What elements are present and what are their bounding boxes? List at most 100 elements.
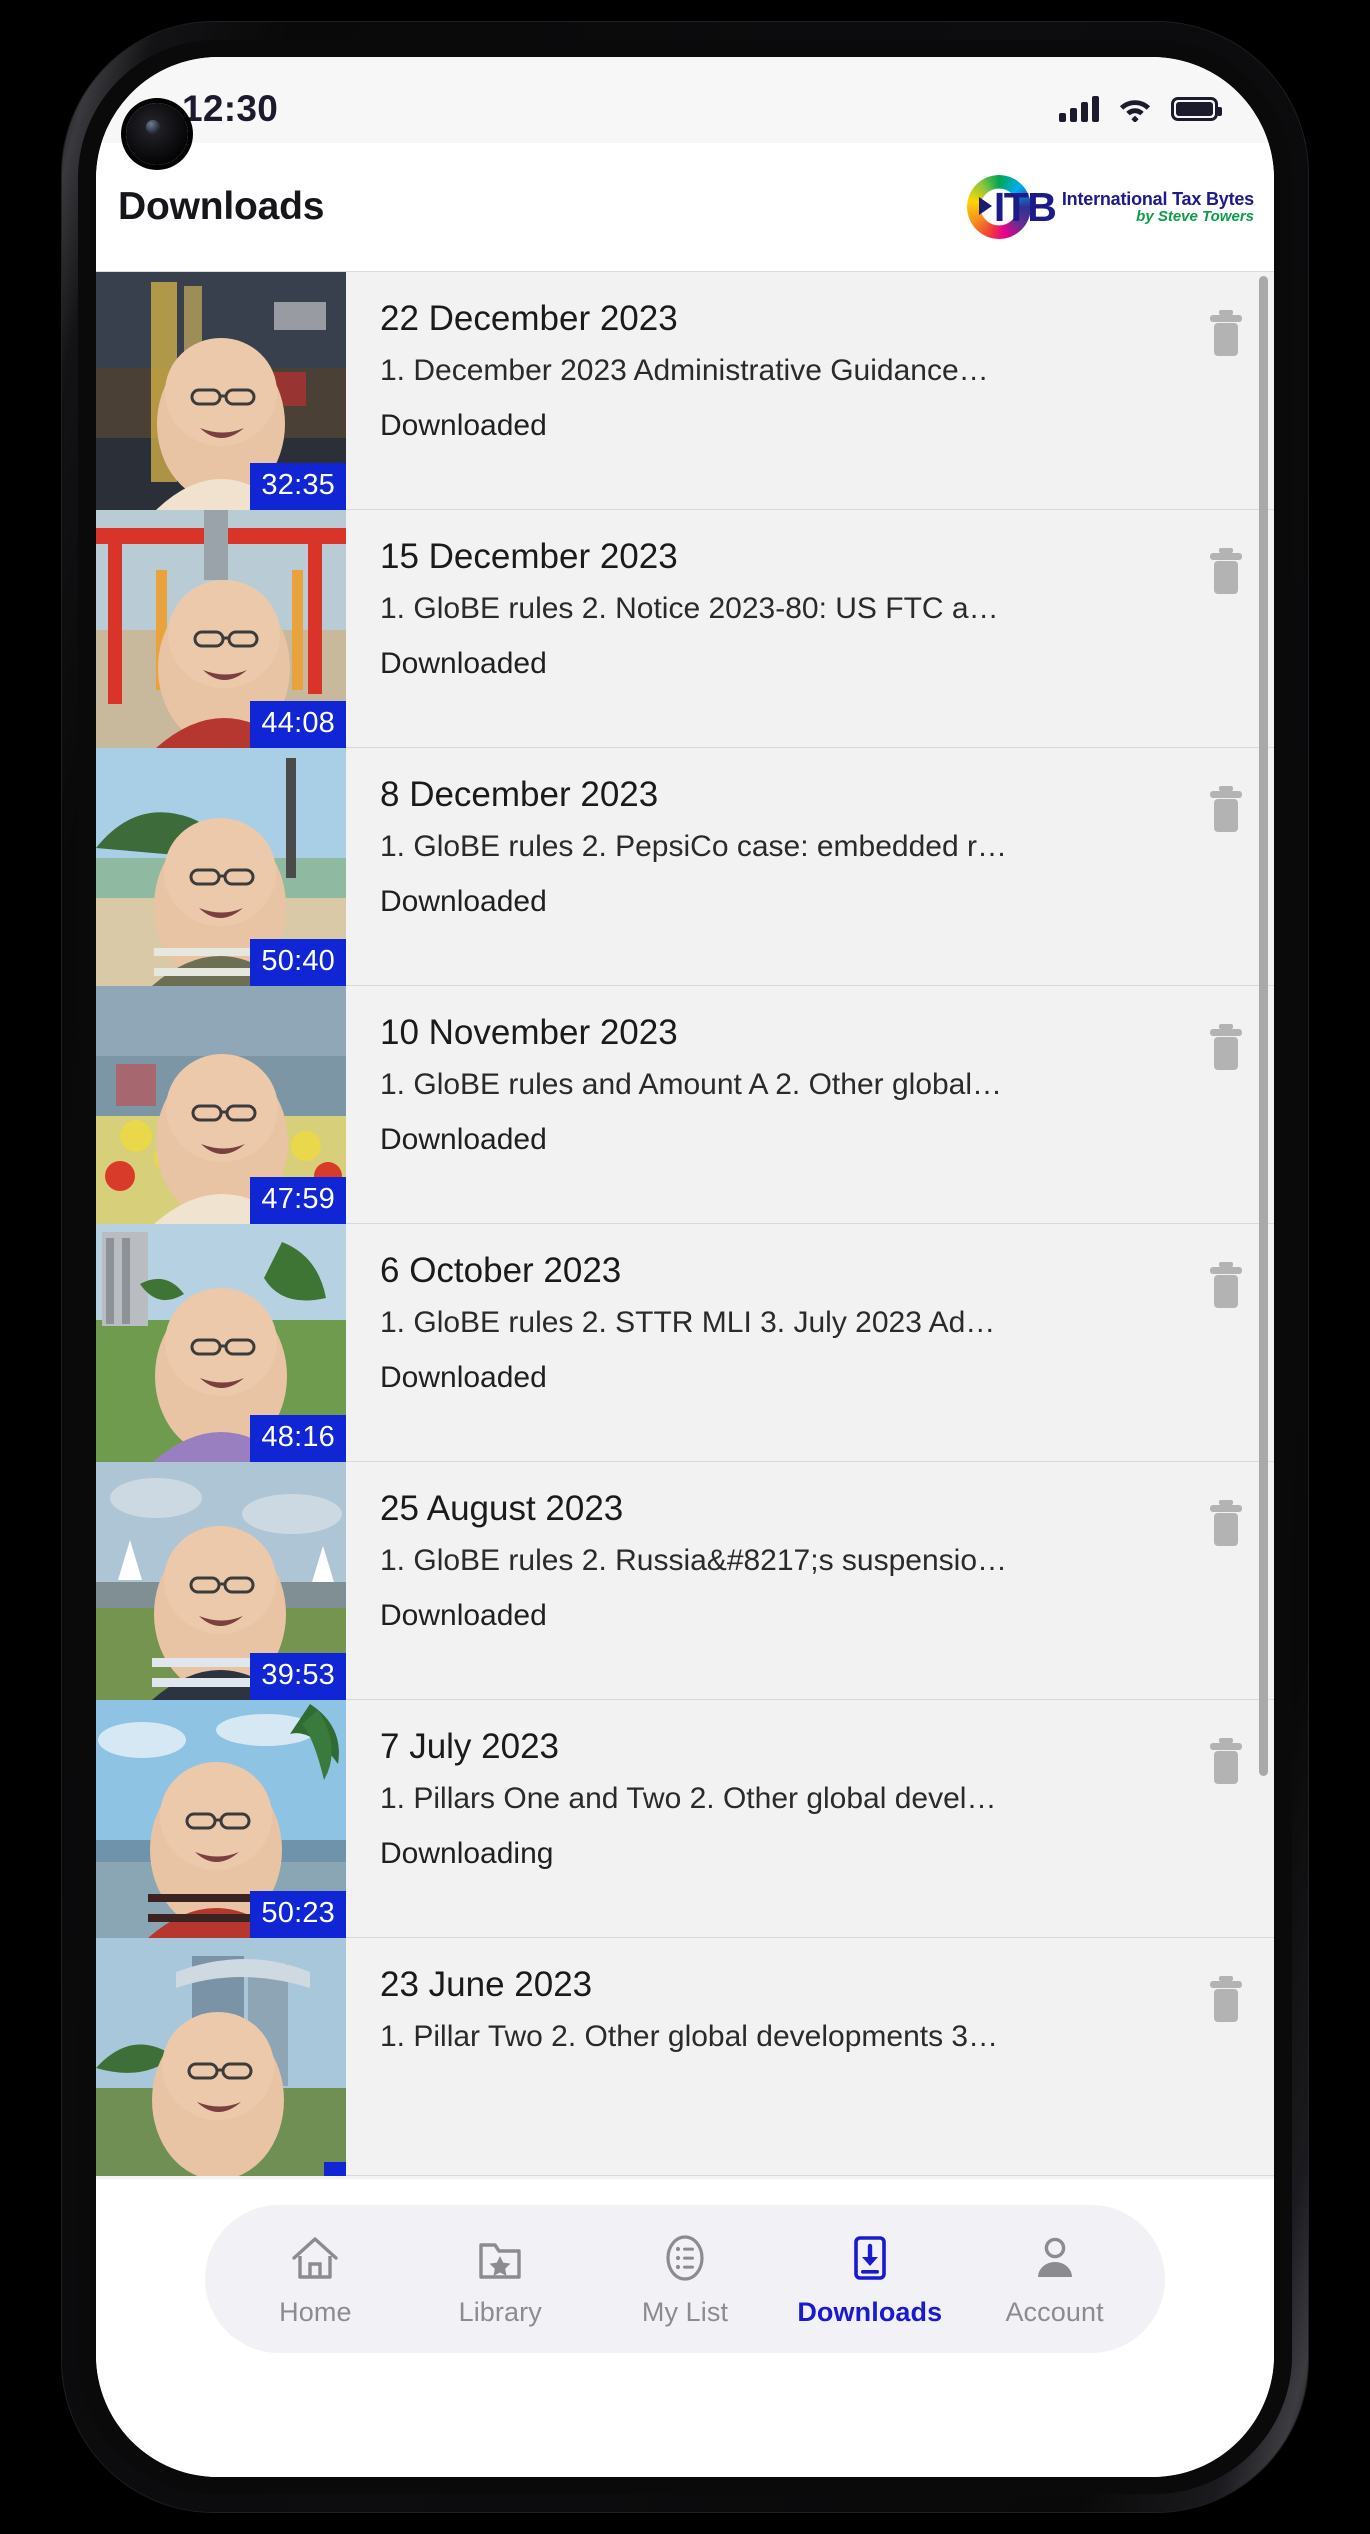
list-item[interactable]: 50:23 7 July 2023 1. Pillars One and Two… [96,1700,1274,1938]
delete-button[interactable] [1198,1462,1254,1699]
list-item-meta: 10 November 2023 1. GloBE rules and Amou… [346,986,1198,1223]
tabbar-area: Home Library My List Downloads Account [96,2179,1274,2477]
tab-label-account: Account [1005,2296,1104,2327]
person-icon [1030,2231,1080,2285]
downloads-list[interactable]: 32:35 22 December 2023 1. December 2023 … [96,271,1274,2179]
item-date: 10 November 2023 [380,1013,678,1052]
list-item-meta: 22 December 2023 1. December 2023 Admini… [346,272,1198,509]
trash-icon [1210,1500,1242,1546]
delete-button[interactable] [1198,986,1254,1223]
item-description: 1. December 2023 Administrative Guidance… [380,353,989,387]
item-status: Downloading [380,1836,554,1870]
tab-account[interactable]: Account [962,2231,1147,2328]
item-description: 1. GloBE rules and Amount A 2. Other glo… [380,1067,1003,1101]
trash-icon [1210,1976,1242,2022]
scrollbar-thumb[interactable] [1259,276,1268,1776]
delete-button[interactable] [1198,272,1254,509]
status-icons [1059,96,1222,122]
list-item-meta: 6 October 2023 1. GloBE rules 2. STTR ML… [346,1224,1198,1461]
item-date: 15 December 2023 [380,537,678,576]
video-thumbnail[interactable]: 32:35 [96,272,346,510]
tab-my-list[interactable]: My List [593,2231,778,2328]
video-thumbnail[interactable] [96,1938,346,2176]
phone-screen: 12:30 Downloads ITB International Tax By… [96,57,1274,2477]
list-item[interactable]: 48:16 6 October 2023 1. GloBE rules 2. S… [96,1224,1274,1462]
tab-label-downloads: Downloads [797,2296,943,2327]
item-date: 22 December 2023 [380,299,678,338]
duration-badge: 50:23 [250,1891,346,1938]
list-item[interactable]: 39:53 25 August 2023 1. GloBE rules 2. R… [96,1462,1274,1700]
download-icon [845,2231,895,2285]
front-camera [126,103,188,165]
duration-badge: 50:40 [250,939,346,986]
trash-icon [1210,310,1242,356]
page-title: Downloads [118,185,325,228]
duration-badge [324,2162,346,2176]
status-bar: 12:30 [96,57,1274,165]
delete-button[interactable] [1198,1224,1254,1461]
delete-button[interactable] [1198,748,1254,985]
wifi-icon [1119,100,1151,122]
item-description: 1. GloBE rules 2. PepsiCo case: embedded… [380,829,1007,863]
item-date: 7 July 2023 [380,1727,560,1766]
itb-logo-wordmark: International Tax Bytes by Steve Towers [1062,189,1254,226]
list-item-meta: 25 August 2023 1. GloBE rules 2. Russia&… [346,1462,1198,1699]
list-item-meta: 8 December 2023 1. GloBE rules 2. PepsiC… [346,748,1198,985]
folder-star-icon [475,2231,525,2285]
cellular-signal-icon [1059,96,1099,122]
video-thumbnail[interactable]: 39:53 [96,1462,346,1700]
tab-label-library: Library [458,2296,542,2327]
duration-badge: 44:08 [250,701,346,748]
trash-icon [1210,1024,1242,1070]
list-icon [660,2231,710,2285]
trash-icon [1210,1262,1242,1308]
tab-home[interactable]: Home [223,2231,408,2328]
list-item[interactable]: 47:59 10 November 2023 1. GloBE rules an… [96,986,1274,1224]
item-description: 1. GloBE rules 2. STTR MLI 3. July 2023 … [380,1305,996,1339]
duration-badge: 48:16 [250,1415,346,1462]
list-item-meta: 15 December 2023 1. GloBE rules 2. Notic… [346,510,1198,747]
video-thumbnail[interactable]: 44:08 [96,510,346,748]
delete-button[interactable] [1198,1700,1254,1937]
video-thumbnail[interactable]: 48:16 [96,1224,346,1462]
itb-logo-mark: ITB [966,175,1057,239]
item-description: 1. Pillar Two 2. Other global developmen… [380,2019,999,2053]
item-status: Downloaded [380,1598,547,1632]
tab-downloads[interactable]: Downloads [777,2231,962,2328]
delete-button[interactable] [1198,1938,1254,2175]
tab-label-my-list: My List [641,2296,729,2327]
item-status: Downloaded [380,408,547,442]
video-thumbnail[interactable]: 47:59 [96,986,346,1224]
duration-badge: 39:53 [250,1653,346,1700]
video-thumbnail[interactable]: 50:40 [96,748,346,986]
item-date: 25 August 2023 [380,1489,624,1528]
home-icon [290,2231,340,2285]
item-status: Downloaded [380,1360,547,1394]
item-description: 1. Pillars One and Two 2. Other global d… [380,1781,997,1815]
list-item[interactable]: 44:08 15 December 2023 1. GloBE rules 2.… [96,510,1274,748]
item-status: Downloaded [380,646,547,680]
itb-logo-line1: International Tax Bytes [1061,188,1254,209]
item-date: 8 December 2023 [380,775,659,814]
duration-badge: 32:35 [250,463,346,510]
itb-logo: ITB International Tax Bytes by Steve Tow… [966,175,1254,239]
list-item[interactable]: 32:35 22 December 2023 1. December 2023 … [96,272,1274,510]
itb-logo-letters: ITB [993,184,1057,230]
list-item[interactable]: 50:40 8 December 2023 1. GloBE rules 2. … [96,748,1274,986]
screenshot-stage: 12:30 Downloads ITB International Tax By… [0,0,1370,2534]
tab-library[interactable]: Library [408,2231,593,2328]
home-indicator [520,2444,850,2455]
play-triangle-icon [978,197,992,215]
video-thumbnail[interactable]: 50:23 [96,1700,346,1938]
list-item-meta: 7 July 2023 1. Pillars One and Two 2. Ot… [346,1700,1198,1937]
itb-logo-line2: by Steve Towers [1136,207,1254,225]
item-description: 1. GloBE rules 2. Russia&#8217;s suspens… [380,1543,1007,1577]
status-time: 12:30 [182,88,279,129]
tab-label-home: Home [279,2296,352,2327]
trash-icon [1210,786,1242,832]
item-status: Downloaded [380,1122,547,1156]
delete-button[interactable] [1198,510,1254,747]
item-date: 6 October 2023 [380,1251,622,1290]
app-header: Downloads ITB International Tax Bytes by… [96,143,1274,271]
list-item[interactable]: 23 June 2023 1. Pillar Two 2. Other glob… [96,1938,1274,2176]
